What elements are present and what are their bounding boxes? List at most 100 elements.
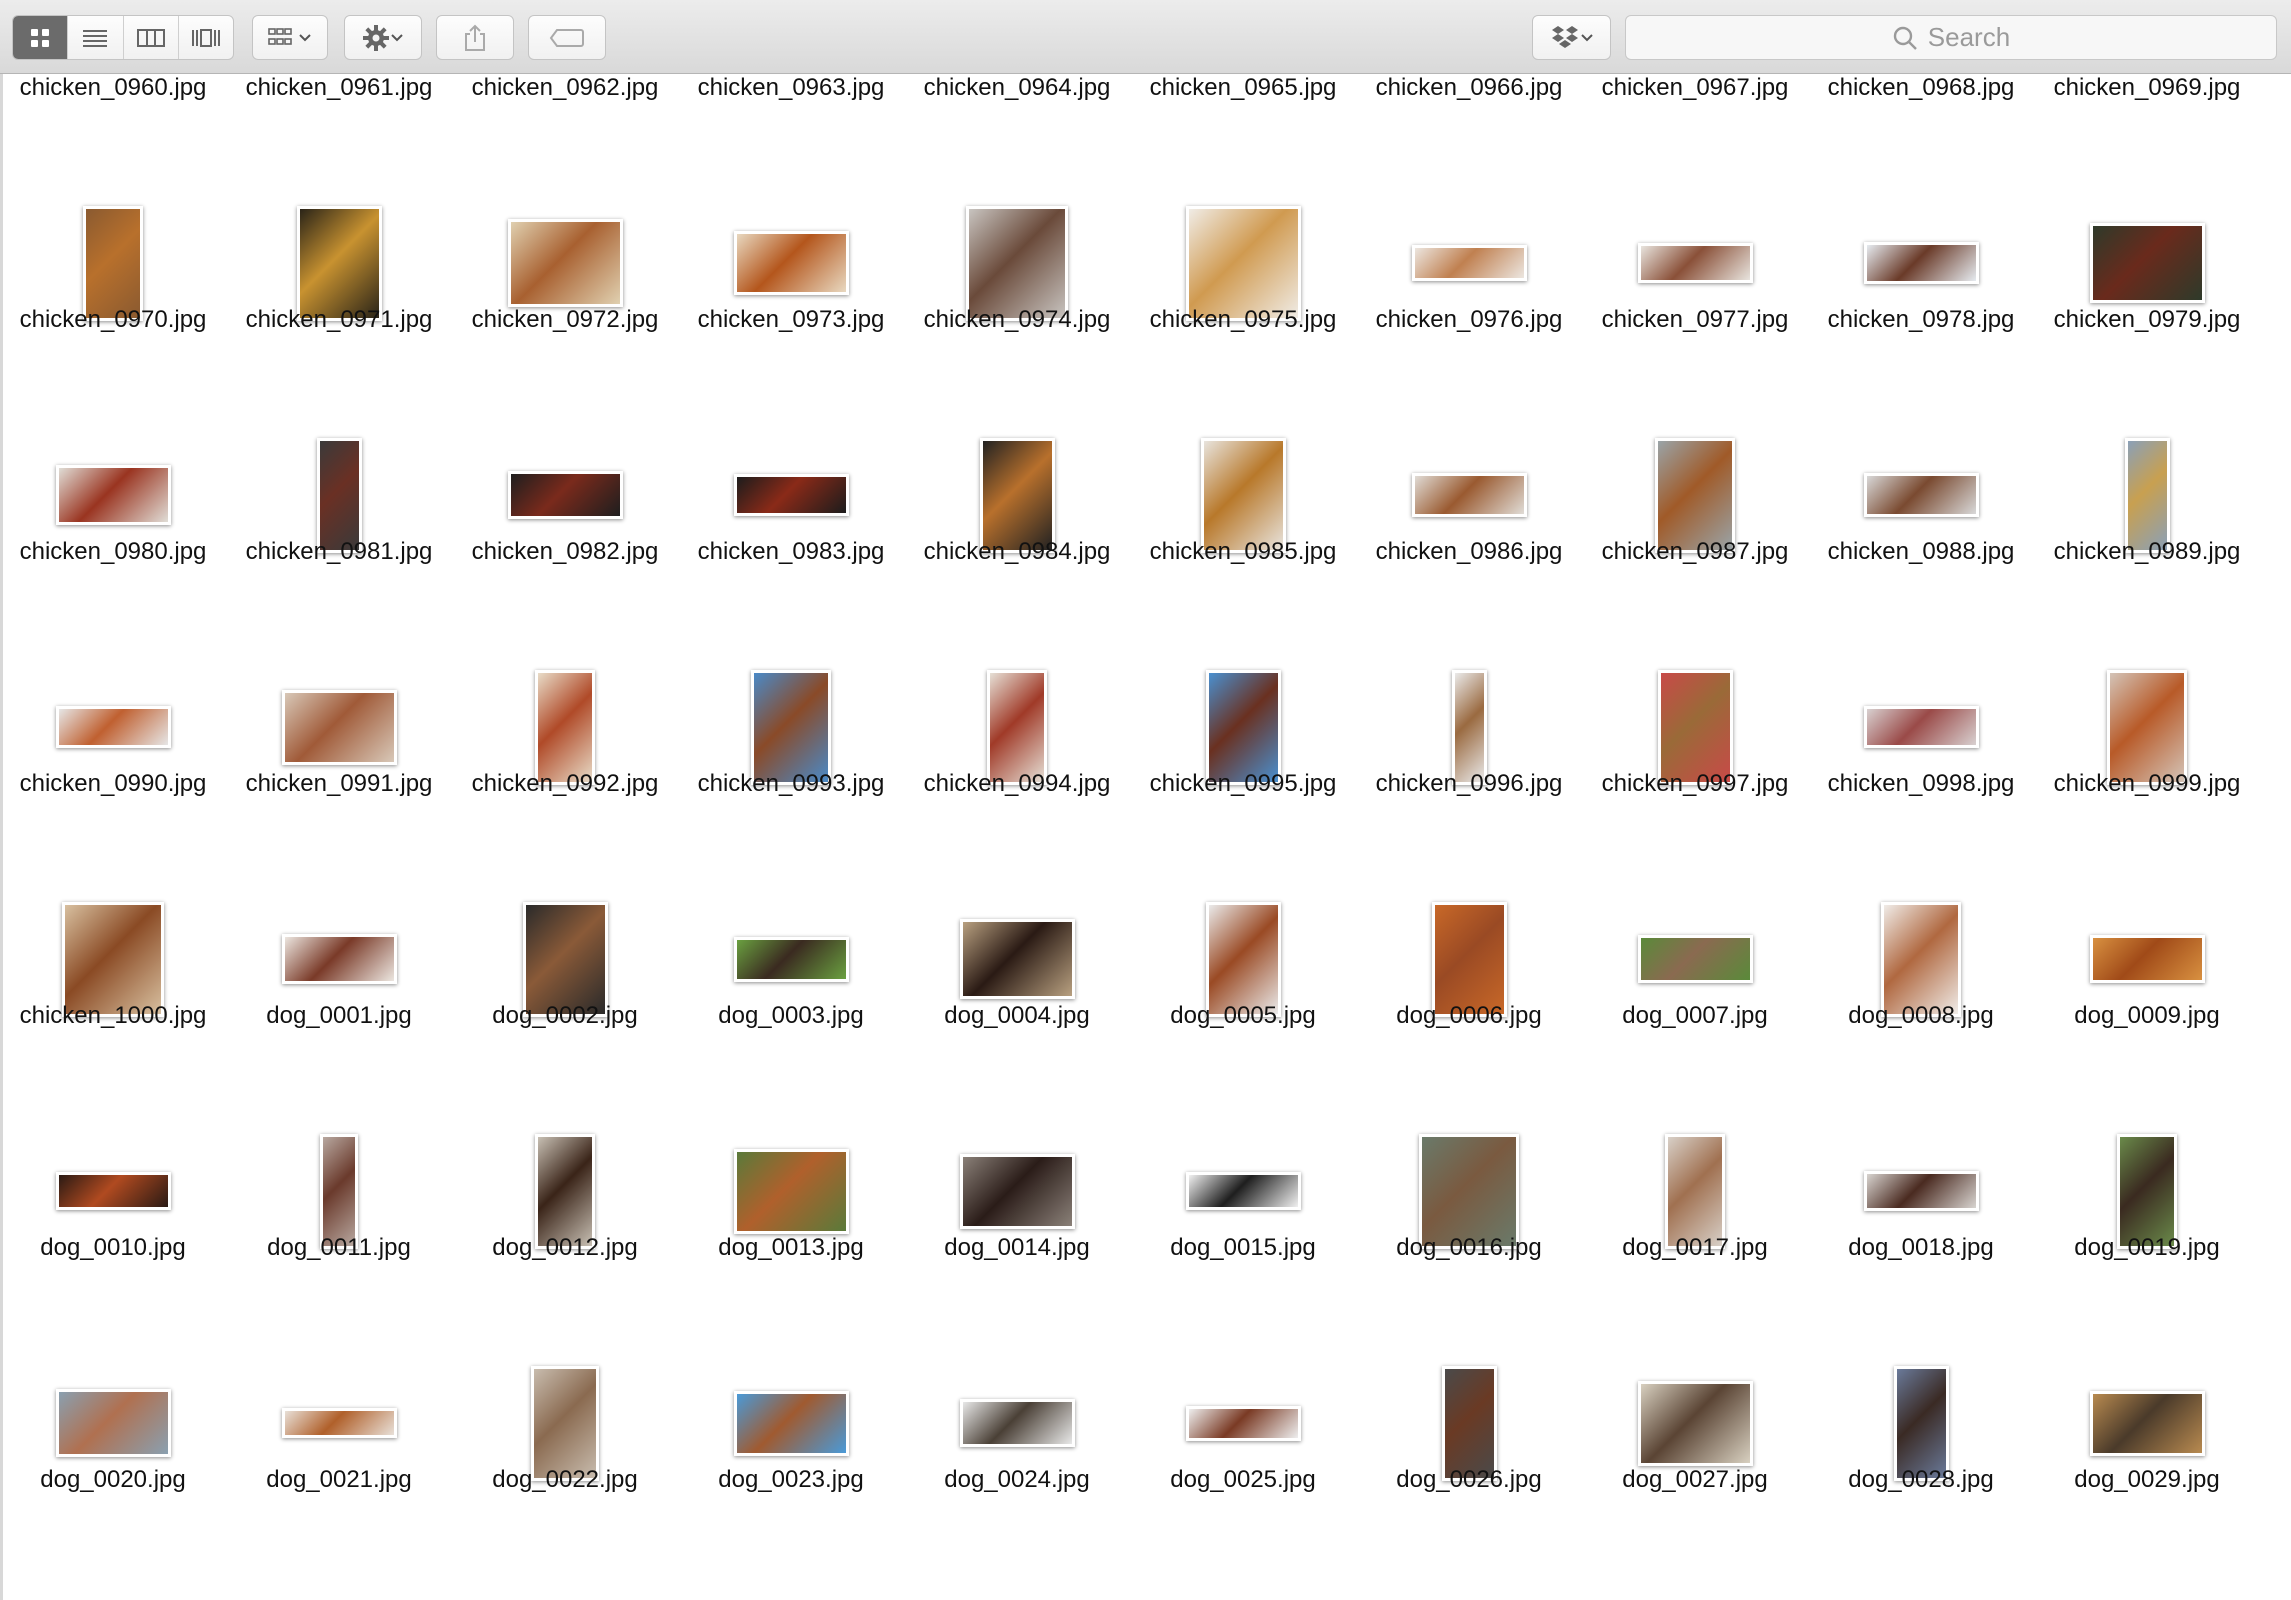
file-name: chicken_0967.jpg	[1601, 74, 1789, 101]
file-item[interactable]: dog_0016.jpg	[1356, 1133, 1582, 1366]
group-by-button[interactable]	[252, 15, 328, 60]
file-item[interactable]: chicken_0962.jpg	[452, 74, 678, 206]
file-item[interactable]: dog_0004.jpg	[904, 902, 1130, 1134]
file-item[interactable]: dog_0022.jpg	[452, 1365, 678, 1598]
file-icon-grid: chicken_0960.jpg chicken_0961.jpg chicken_…	[0, 74, 2291, 1600]
file-item[interactable]: dog_0011.jpg	[226, 1133, 452, 1366]
file-item[interactable]: chicken_0977.jpg	[1582, 206, 1808, 438]
file-name: chicken_0983.jpg	[697, 538, 885, 565]
file-item[interactable]: chicken_0992.jpg	[452, 669, 678, 902]
file-item[interactable]: chicken_0993.jpg	[678, 669, 904, 902]
file-item[interactable]: chicken_1000.jpg	[0, 901, 226, 1134]
share-button[interactable]	[436, 15, 514, 60]
file-thumbnail	[1657, 669, 1733, 785]
file-name: chicken_0989.jpg	[2053, 538, 2241, 565]
cover-flow-button[interactable]	[179, 16, 233, 59]
file-item[interactable]: chicken_0980.jpg	[0, 438, 226, 670]
file-item[interactable]: chicken_0970.jpg	[0, 205, 226, 438]
file-item[interactable]: chicken_0987.jpg	[1582, 437, 1808, 670]
file-item[interactable]: chicken_0976.jpg	[1356, 206, 1582, 438]
file-name: dog_0018.jpg	[1848, 1234, 1994, 1261]
file-item[interactable]: chicken_0991.jpg	[226, 670, 452, 902]
file-thumbnail	[2117, 1133, 2177, 1249]
file-item[interactable]: dog_0013.jpg	[678, 1134, 904, 1366]
file-item[interactable]: chicken_0960.jpg	[0, 74, 226, 206]
file-item[interactable]: dog_0003.jpg	[678, 902, 904, 1134]
file-item[interactable]: chicken_0985.jpg	[1130, 437, 1356, 670]
file-item[interactable]: chicken_0974.jpg	[904, 205, 1130, 438]
file-item[interactable]: chicken_0999.jpg	[2034, 669, 2260, 902]
file-item[interactable]: dog_0018.jpg	[1808, 1134, 2034, 1366]
file-item[interactable]: chicken_0994.jpg	[904, 669, 1130, 902]
file-item[interactable]: dog_0017.jpg	[1582, 1133, 1808, 1366]
file-item[interactable]: dog_0002.jpg	[452, 901, 678, 1134]
file-item[interactable]: dog_0026.jpg	[1356, 1365, 1582, 1598]
file-item[interactable]: dog_0010.jpg	[0, 1134, 226, 1366]
file-item[interactable]: chicken_0964.jpg	[904, 74, 1130, 206]
file-item[interactable]: dog_0019.jpg	[2034, 1133, 2260, 1366]
file-item[interactable]: dog_0006.jpg	[1356, 901, 1582, 1134]
file-thumbnail	[2089, 935, 2205, 983]
file-item[interactable]: chicken_0982.jpg	[452, 438, 678, 670]
file-item[interactable]: chicken_0972.jpg	[452, 206, 678, 438]
file-item[interactable]: dog_0001.jpg	[226, 902, 452, 1134]
file-thumbnail	[1637, 243, 1753, 283]
file-item[interactable]: chicken_0988.jpg	[1808, 438, 2034, 670]
file-item[interactable]: chicken_0979.jpg	[2034, 206, 2260, 438]
file-item[interactable]: chicken_0983.jpg	[678, 438, 904, 670]
file-item[interactable]: chicken_0984.jpg	[904, 437, 1130, 670]
file-item[interactable]: dog_0015.jpg	[1130, 1134, 1356, 1366]
file-name: dog_0003.jpg	[718, 1002, 864, 1029]
file-item[interactable]: dog_0027.jpg	[1582, 1366, 1808, 1598]
file-item[interactable]: dog_0028.jpg	[1808, 1365, 2034, 1598]
file-item[interactable]: chicken_0965.jpg	[1130, 74, 1356, 206]
file-item[interactable]: chicken_0966.jpg	[1356, 74, 1582, 206]
file-item[interactable]: chicken_0973.jpg	[678, 206, 904, 438]
file-name: dog_0028.jpg	[1848, 1466, 1994, 1493]
column-view-button[interactable]	[124, 16, 179, 59]
file-name: chicken_0978.jpg	[1827, 306, 2015, 333]
file-item[interactable]: dog_0008.jpg	[1808, 901, 2034, 1134]
list-view-button[interactable]	[68, 16, 124, 59]
file-item[interactable]: chicken_0978.jpg	[1808, 206, 2034, 438]
search-field[interactable]: Search	[1625, 15, 2277, 60]
file-item[interactable]: dog_0005.jpg	[1130, 901, 1356, 1134]
file-item[interactable]: dog_0025.jpg	[1130, 1366, 1356, 1598]
file-item[interactable]: dog_0021.jpg	[226, 1366, 452, 1598]
dropbox-button[interactable]	[1532, 15, 1611, 60]
file-item[interactable]: chicken_0971.jpg	[226, 205, 452, 438]
file-item[interactable]: chicken_0997.jpg	[1582, 669, 1808, 902]
file-item[interactable]: chicken_0996.jpg	[1356, 669, 1582, 902]
file-item[interactable]: chicken_0998.jpg	[1808, 670, 2034, 902]
tags-button[interactable]	[528, 15, 606, 60]
file-thumbnail	[1655, 437, 1735, 553]
file-item[interactable]: dog_0012.jpg	[452, 1133, 678, 1366]
action-menu-button[interactable]	[344, 15, 422, 60]
file-item[interactable]: chicken_0967.jpg	[1582, 74, 1808, 206]
file-item[interactable]: chicken_0969.jpg	[2034, 74, 2260, 206]
file-item[interactable]: dog_0007.jpg	[1582, 902, 1808, 1134]
file-item[interactable]: chicken_0981.jpg	[226, 437, 452, 670]
file-item[interactable]: dog_0014.jpg	[904, 1134, 1130, 1366]
file-item[interactable]: chicken_0995.jpg	[1130, 669, 1356, 902]
file-item[interactable]: dog_0020.jpg	[0, 1366, 226, 1598]
icon-view-button[interactable]	[13, 16, 69, 59]
file-item[interactable]: chicken_0986.jpg	[1356, 438, 1582, 670]
file-item[interactable]: chicken_0975.jpg	[1130, 205, 1356, 438]
file-name: dog_0017.jpg	[1622, 1234, 1768, 1261]
file-item[interactable]: chicken_0968.jpg	[1808, 74, 2034, 206]
file-item[interactable]: dog_0024.jpg	[904, 1366, 1130, 1598]
share-icon	[465, 24, 485, 51]
file-name: chicken_1000.jpg	[19, 1002, 207, 1029]
file-name: dog_0012.jpg	[492, 1234, 638, 1261]
file-item[interactable]: dog_0009.jpg	[2034, 902, 2260, 1134]
file-item[interactable]: dog_0023.jpg	[678, 1366, 904, 1598]
file-item[interactable]: chicken_0989.jpg	[2034, 437, 2260, 670]
file-item[interactable]: chicken_0990.jpg	[0, 670, 226, 902]
file-item[interactable]: chicken_0963.jpg	[678, 74, 904, 206]
file-name: dog_0027.jpg	[1622, 1466, 1768, 1493]
file-thumbnail	[507, 219, 623, 307]
file-item[interactable]: chicken_0961.jpg	[226, 74, 452, 206]
file-item[interactable]: dog_0029.jpg	[2034, 1366, 2260, 1598]
file-name: chicken_0966.jpg	[1375, 74, 1563, 101]
